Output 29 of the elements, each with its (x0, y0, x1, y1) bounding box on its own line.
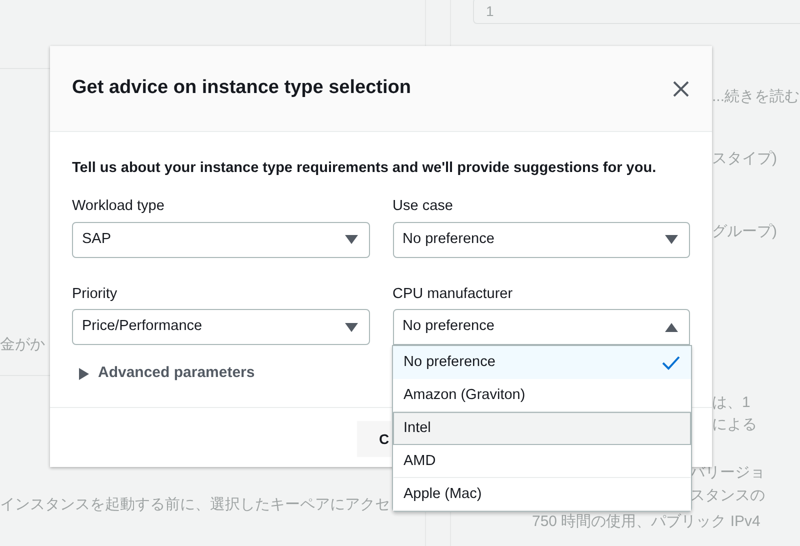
dropdown-option[interactable]: No preference (392, 346, 690, 380)
dropdown-option[interactable]: Intel (392, 412, 690, 446)
background-text: インスタンスを起動する前に、選択したキーペアにアクセ (0, 495, 390, 515)
select-field[interactable]: No preference (392, 309, 690, 346)
cancel-button[interactable]: C (357, 421, 391, 457)
checkmark-icon (662, 356, 680, 370)
background-text: による (712, 415, 757, 435)
intro-text: Tell us about your instance type requirements and we'll provide suggestions for you. (72, 159, 658, 178)
field-label: Use case (392, 196, 454, 216)
background-text: スタンスの (690, 486, 765, 506)
select-field[interactable]: Price/Performance (72, 309, 370, 346)
background-text: 750 時間の使用、パブリック IPv4 (532, 512, 760, 532)
select-field[interactable]: SAP (72, 222, 370, 258)
dialog-title: Get advice on instance type selection (72, 76, 411, 100)
advanced-parameters-toggle[interactable]: Advanced parameters (98, 362, 255, 385)
field-label: Priority (72, 284, 118, 304)
dropdown-option[interactable]: Amazon (Graviton) (392, 379, 690, 412)
background-text: ...続きを読む (712, 87, 800, 107)
dropdown-option[interactable]: AMD (392, 445, 690, 478)
background-text: は、1 (712, 393, 750, 413)
dropdown-option[interactable]: Apple (Mac) (392, 478, 690, 512)
field-label: Workload type (72, 196, 166, 216)
caret-icon[interactable] (79, 368, 89, 380)
select-field[interactable]: No preference (392, 222, 690, 258)
close-icon[interactable] (673, 80, 689, 96)
background-text: グループ) (712, 222, 777, 242)
field-label: CPU manufacturer (392, 284, 514, 304)
background-text: 金がか (0, 335, 45, 355)
background-text: スタイプ) (712, 149, 777, 169)
